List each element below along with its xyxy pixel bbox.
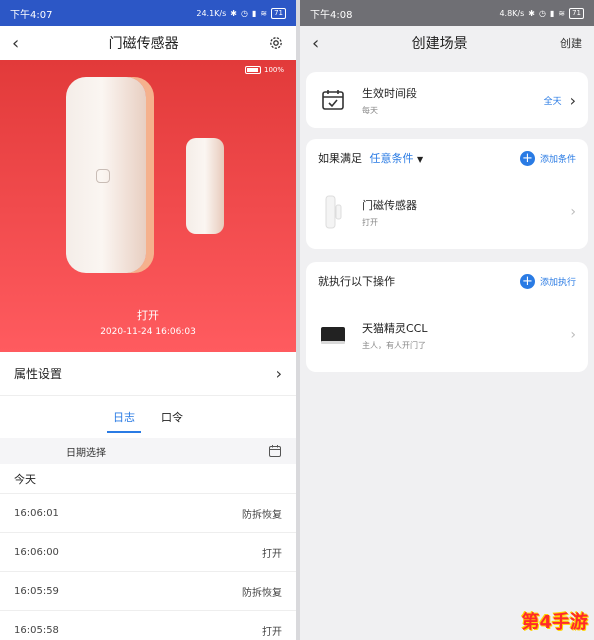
status-icons: 4.8K/s ✱ ◷ ▮ ≋ 71 xyxy=(499,7,584,19)
log-event: 防拆恢复 xyxy=(242,509,282,521)
create-button[interactable]: 创建 xyxy=(560,35,582,51)
log-event: 打开 xyxy=(262,548,282,560)
caret-down-icon[interactable]: ▼ xyxy=(417,155,423,164)
tab-log[interactable]: 日志 xyxy=(107,403,141,433)
bluetooth-icon: ✱ xyxy=(230,8,237,18)
smart-speaker-thumbnail xyxy=(318,317,348,353)
effective-time-card[interactable]: 生效时间段 每天 全天 › xyxy=(306,72,588,128)
brand-logo-icon xyxy=(96,169,110,183)
property-settings-label: 属性设置 xyxy=(14,367,63,381)
add-action-button[interactable]: + 添加执行 xyxy=(519,273,576,289)
action-card: 就执行以下操作 + 添加执行 天猫精灵CCL 主人，有人开门了 › xyxy=(306,262,588,372)
signal-icon: ▮ xyxy=(549,8,555,18)
device-battery: 100% xyxy=(244,66,284,74)
sensor-body-image xyxy=(66,77,146,273)
condition-title: 如果满足 任意条件 ▼ xyxy=(318,150,423,166)
condition-item-text: 门磁传感器 打开 xyxy=(362,197,570,228)
status-bar: 下午4:07 24.1K/s ✱ ◷ ▮ ≋ 71 xyxy=(0,0,296,26)
effective-time-row: 生效时间段 每天 全天 › xyxy=(306,72,588,128)
network-speed: 4.8K/s xyxy=(499,8,525,18)
app-root: 下午4:07 24.1K/s ✱ ◷ ▮ ≋ 71 ‹ 门磁传感器 100% 打… xyxy=(0,0,594,640)
log-row: 16:06:01 防拆恢复 xyxy=(0,494,296,533)
chevron-right-icon: › xyxy=(570,204,576,220)
nav-bar: ‹ 门磁传感器 xyxy=(0,26,296,60)
status-time: 下午4:07 xyxy=(10,9,53,21)
today-header: 今天 xyxy=(0,464,296,494)
add-condition-button[interactable]: + 添加条件 xyxy=(519,150,576,166)
page-title: 门磁传感器 xyxy=(108,36,179,52)
device-hero: 100% 打开 2020-11-24 16:06:03 xyxy=(0,60,296,352)
battery-icon xyxy=(244,66,261,74)
log-row: 16:06:00 打开 xyxy=(0,533,296,572)
log-event: 防拆恢复 xyxy=(242,587,282,599)
log-time: 16:05:58 xyxy=(14,624,59,636)
effective-time-text: 生效时间段 每天 xyxy=(362,85,544,116)
action-device-detail: 主人，有人开门了 xyxy=(362,340,426,350)
wifi-icon: ≋ xyxy=(558,8,566,18)
alarm-icon: ◷ xyxy=(240,8,248,18)
status-bar: 下午4:08 4.8K/s ✱ ◷ ▮ ≋ 71 xyxy=(300,0,594,26)
condition-device-state: 打开 xyxy=(362,217,378,227)
action-header: 就执行以下操作 + 添加执行 xyxy=(306,262,588,300)
device-state: 打开 xyxy=(137,309,159,322)
status-icons: 24.1K/s ✱ ◷ ▮ ≋ 71 xyxy=(196,7,286,19)
sensor-magnet-image xyxy=(186,138,224,234)
effective-time-title: 生效时间段 xyxy=(362,86,417,100)
log-time: 16:05:59 xyxy=(14,585,59,597)
gear-icon[interactable] xyxy=(268,35,284,51)
add-action-label: 添加执行 xyxy=(539,277,576,288)
watermark-logo: 第4手游 xyxy=(521,612,588,633)
condition-header: 如果满足 任意条件 ▼ + 添加条件 xyxy=(306,139,588,177)
date-filter-label: 日期选择 xyxy=(66,447,106,459)
action-item[interactable]: 天猫精灵CCL 主人，有人开门了 › xyxy=(306,300,588,370)
nav-bar: ‹ 创建场景 创建 xyxy=(300,26,594,60)
status-time: 下午4:08 xyxy=(310,9,353,21)
condition-prefix: 如果满足 xyxy=(318,152,362,165)
add-condition-label: 添加条件 xyxy=(539,154,576,165)
tab-password[interactable]: 口令 xyxy=(159,403,185,431)
log-time: 16:06:01 xyxy=(14,507,59,519)
action-device-name: 天猫精灵CCL xyxy=(362,321,428,335)
signal-icon: ▮ xyxy=(251,8,257,18)
back-icon[interactable]: ‹ xyxy=(12,33,19,54)
chevron-right-icon: › xyxy=(275,364,282,383)
plus-icon: + xyxy=(519,150,535,166)
alarm-icon: ◷ xyxy=(538,8,546,18)
battery-percent: 100% xyxy=(263,66,284,74)
effective-time-subtitle: 每天 xyxy=(362,105,378,115)
door-sensor-thumbnail xyxy=(318,194,348,230)
calendar-icon[interactable] xyxy=(268,444,282,458)
action-item-text: 天猫精灵CCL 主人，有人开门了 xyxy=(362,320,570,351)
network-speed: 24.1K/s xyxy=(196,8,227,18)
log-row: 16:05:58 打开 xyxy=(0,611,296,640)
wifi-icon: ≋ xyxy=(260,8,268,18)
calendar-check-icon xyxy=(318,82,348,118)
battery-level: 71 xyxy=(271,7,286,19)
back-icon[interactable]: ‹ xyxy=(312,33,319,54)
battery-level: 71 xyxy=(569,7,584,19)
effective-time-value: 全天 xyxy=(543,96,562,107)
chevron-right-icon: › xyxy=(569,90,576,110)
condition-device-name: 门磁传感器 xyxy=(362,198,417,212)
condition-mode-select[interactable]: 任意条件 xyxy=(370,152,414,165)
log-row: 16:05:59 防拆恢复 xyxy=(0,572,296,611)
page-title: 创建场景 xyxy=(411,36,468,52)
condition-card: 如果满足 任意条件 ▼ + 添加条件 门磁传感器 打开 › xyxy=(306,139,588,249)
log-time: 16:06:00 xyxy=(14,546,59,558)
left-screen: 下午4:07 24.1K/s ✱ ◷ ▮ ≋ 71 ‹ 门磁传感器 100% 打… xyxy=(0,0,296,640)
date-filter-bar[interactable]: 日期选择 xyxy=(0,438,296,464)
plus-icon: + xyxy=(519,273,535,289)
condition-item[interactable]: 门磁传感器 打开 › xyxy=(306,177,588,247)
log-event: 打开 xyxy=(262,626,282,638)
action-title: 就执行以下操作 xyxy=(318,275,395,288)
tab-bar: 日志 口令 xyxy=(0,396,296,438)
device-state-time: 2020-11-24 16:06:03 xyxy=(100,327,196,337)
chevron-right-icon: › xyxy=(570,327,576,343)
bluetooth-icon: ✱ xyxy=(528,8,535,18)
property-settings-row[interactable]: 属性设置 › xyxy=(0,352,296,396)
